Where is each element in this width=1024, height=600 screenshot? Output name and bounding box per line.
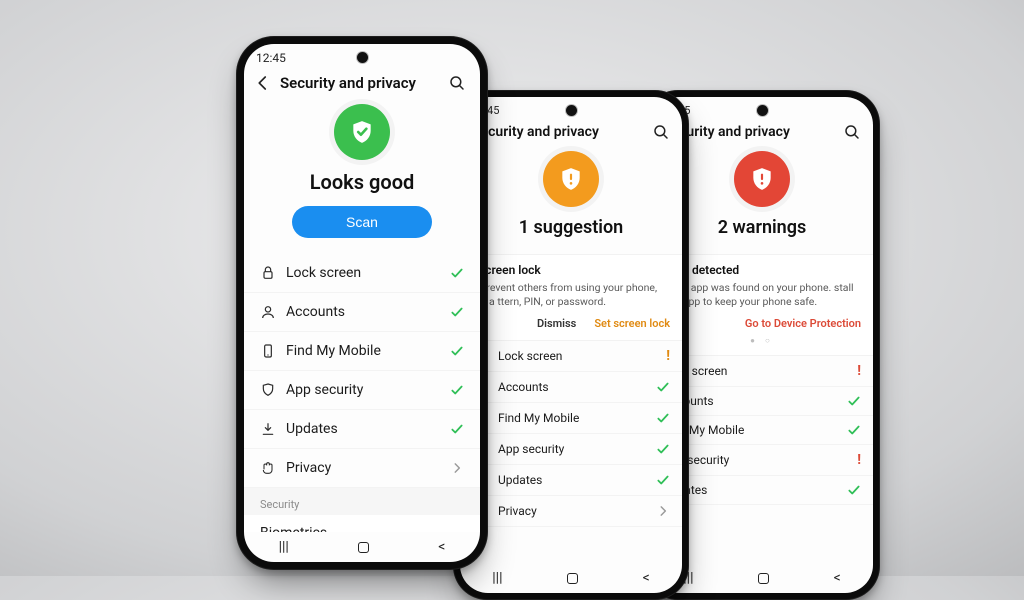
row-label: Find My Mobile <box>663 423 837 437</box>
search-icon[interactable] <box>652 123 670 141</box>
row-privacy[interactable]: Privacy <box>244 449 480 488</box>
status-check-icon <box>450 266 464 280</box>
app-header: Security and privacy <box>244 72 480 100</box>
camera-punch-hole <box>357 52 368 63</box>
camera-punch-hole <box>566 105 577 116</box>
row-lock-screen[interactable]: Lock screen ! <box>460 341 682 372</box>
phone-suggestion: 12:45 Security and privacy 1 suggestion … <box>453 90 689 600</box>
nav-back[interactable]: < <box>643 570 650 586</box>
nav-home[interactable] <box>567 573 578 584</box>
row-label: App security <box>498 442 646 456</box>
status-hero: Looks good Scan <box>244 100 480 248</box>
hand-privacy-icon <box>260 460 276 476</box>
nav-home[interactable] <box>358 542 369 553</box>
status-headline: Looks good <box>310 170 415 194</box>
suggestion-card-title: t screen lock <box>472 263 670 277</box>
row-label: Lock screen <box>663 364 847 378</box>
row-label: Accounts <box>498 380 646 394</box>
status-hero: 1 suggestion <box>460 147 682 248</box>
pager-dots: ● ○ <box>663 336 861 345</box>
person-icon <box>260 304 276 320</box>
phone-locate-icon <box>260 343 276 359</box>
status-check-icon <box>656 411 670 425</box>
row-label: App security <box>663 453 847 467</box>
status-alert-icon: ! <box>666 348 670 364</box>
status-check-icon <box>847 423 861 437</box>
section-label-security: Security <box>244 488 480 515</box>
android-navbar: ||| < <box>244 532 480 562</box>
shield-check-icon <box>334 104 390 160</box>
row-updates[interactable]: Updates <box>460 465 682 496</box>
row-label: Privacy <box>286 460 440 476</box>
row-find-my-mobile[interactable]: Find My Mobile <box>460 403 682 434</box>
row-label: Updates <box>663 483 837 497</box>
status-check-icon <box>450 383 464 397</box>
status-check-icon <box>450 344 464 358</box>
nav-back[interactable]: < <box>834 570 841 586</box>
row-app-security[interactable]: App security <box>460 434 682 465</box>
status-check-icon <box>656 442 670 456</box>
row-find-my-mobile[interactable]: Find My Mobile <box>244 332 480 371</box>
status-check-icon <box>656 473 670 487</box>
chevron-right-icon <box>656 504 670 518</box>
row-accounts[interactable]: Accounts <box>244 293 480 332</box>
statusbar-time: 12:45 <box>256 51 286 65</box>
dismiss-button[interactable]: Dismiss <box>537 317 576 330</box>
row-label: Updates <box>286 421 440 437</box>
security-list: Lock screen Accounts Find My Mobile App … <box>244 254 480 532</box>
status-check-icon <box>847 394 861 408</box>
row-biometrics[interactable]: Biometrics <box>244 515 480 532</box>
nav-recents[interactable]: ||| <box>492 570 502 586</box>
row-accounts[interactable]: Accounts <box>460 372 682 403</box>
lock-icon <box>260 265 276 281</box>
shield-warning-icon <box>734 151 790 207</box>
row-privacy[interactable]: Privacy <box>460 496 682 527</box>
row-label: Lock screen <box>498 349 656 363</box>
shield-small-icon <box>260 382 276 398</box>
row-label: Accounts <box>663 394 837 408</box>
row-lock-screen[interactable]: Lock screen <box>244 254 480 293</box>
status-warning-icon: ! <box>857 452 861 468</box>
page-title: Security and privacy <box>472 124 644 140</box>
security-list: Lock screen ! Accounts Find My Mobile Ap… <box>460 341 682 563</box>
camera-punch-hole <box>757 105 768 116</box>
row-label: Accounts <box>286 304 440 320</box>
chevron-right-icon <box>450 461 464 475</box>
nav-home[interactable] <box>758 573 769 584</box>
status-headline: 2 warnings <box>718 217 806 238</box>
row-label: Find My Mobile <box>286 343 440 359</box>
row-label: Updates <box>498 473 646 487</box>
status-check-icon <box>450 422 464 436</box>
suggestion-card-description: p prevent others from using your phone, … <box>472 281 670 309</box>
app-header: Security and privacy <box>460 123 682 147</box>
search-icon[interactable] <box>843 123 861 141</box>
row-label: Find My Mobile <box>498 411 646 425</box>
warning-card-title: ware detected <box>663 263 861 277</box>
status-check-icon <box>656 380 670 394</box>
row-updates[interactable]: Updates <box>244 410 480 449</box>
go-to-device-protection-link[interactable]: Go to Device Protection <box>745 317 861 330</box>
status-check-icon <box>450 305 464 319</box>
search-icon[interactable] <box>448 74 466 92</box>
phone-looks-good: 12:45 Security and privacy Looks good Sc… <box>236 36 488 570</box>
set-screen-lock-link[interactable]: Set screen lock <box>594 317 670 330</box>
status-headline: 1 suggestion <box>519 217 623 238</box>
row-app-security[interactable]: App security <box>244 371 480 410</box>
scan-button[interactable]: Scan <box>292 206 432 238</box>
android-navbar: ||| < <box>460 563 682 593</box>
nav-recents[interactable]: ||| <box>279 539 289 555</box>
warning-card-description: lware app was found on your phone. stall… <box>663 281 861 309</box>
back-icon[interactable] <box>254 74 272 92</box>
row-label: Lock screen <box>286 265 440 281</box>
row-label: App security <box>286 382 440 398</box>
nav-back[interactable]: < <box>438 539 445 555</box>
page-title: Security and privacy <box>280 74 440 92</box>
row-label: Privacy <box>498 504 646 518</box>
shield-alert-icon <box>543 151 599 207</box>
download-icon <box>260 421 276 437</box>
status-warning-icon: ! <box>857 363 861 379</box>
status-check-icon <box>847 483 861 497</box>
suggestion-card: t screen lock p prevent others from usin… <box>460 254 682 341</box>
